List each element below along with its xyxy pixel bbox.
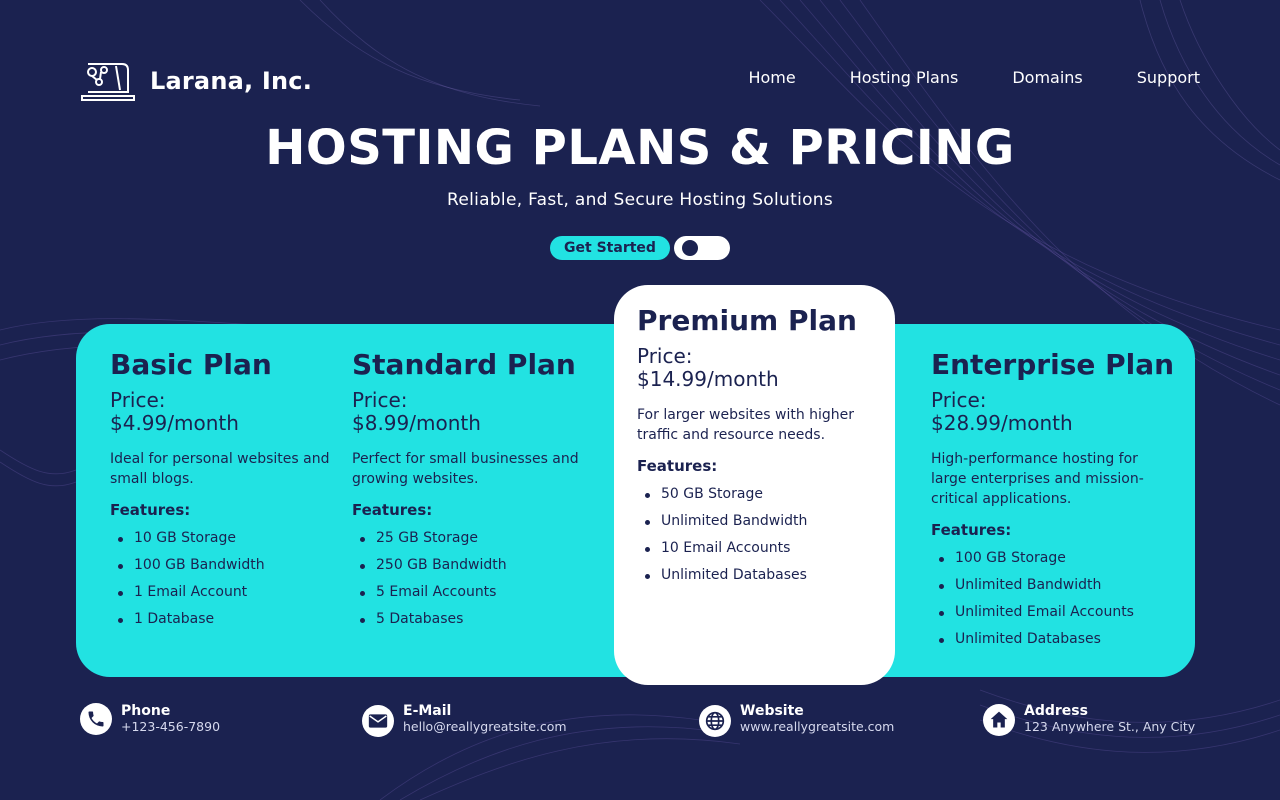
feature-item: Unlimited Databases: [637, 562, 877, 589]
page-subtitle: Reliable, Fast, and Secure Hosting Solut…: [446, 190, 834, 210]
contact-value: 123 Anywhere St., Any City: [1024, 719, 1196, 734]
price-value: $4.99/month: [110, 411, 239, 435]
main-nav: Home Hosting Plans Domains Support: [694, 68, 1200, 87]
feature-item: 1 Database: [110, 606, 330, 633]
plan-basic[interactable]: Basic Plan Price: $4.99/month Ideal for …: [110, 348, 330, 633]
price-value: $8.99/month: [352, 411, 481, 435]
contact-label: Phone: [121, 703, 171, 719]
features-title: Features:: [931, 521, 1012, 539]
price-label: Price:: [637, 344, 693, 368]
plan-name: Premium Plan: [637, 304, 857, 337]
features-list: 25 GB Storage 250 GB Bandwidth 5 Email A…: [352, 525, 582, 633]
contact-email[interactable]: E-Mail hello@reallygreatsite.com: [362, 703, 567, 737]
plan-name: Enterprise Plan: [931, 348, 1175, 381]
plan-price: Price: $8.99/month: [352, 389, 582, 435]
feature-item: 50 GB Storage: [637, 481, 877, 508]
nav-hosting-plans[interactable]: Hosting Plans: [850, 68, 959, 87]
contact-value: www.reallygreatsite.com: [740, 719, 895, 734]
features-list: 50 GB Storage Unlimited Bandwidth 10 Ema…: [637, 481, 877, 589]
home-icon: [983, 704, 1015, 736]
get-started-button[interactable]: Get Started: [550, 236, 670, 260]
feature-item: 25 GB Storage: [352, 525, 582, 552]
feature-item: 10 GB Storage: [110, 525, 330, 552]
feature-item: Unlimited Bandwidth: [931, 572, 1171, 599]
logo[interactable]: Larana, Inc.: [80, 60, 312, 102]
features-title: Features:: [352, 501, 433, 519]
toggle-knob: [682, 240, 698, 256]
mail-icon: [362, 705, 394, 737]
feature-item: Unlimited Databases: [931, 626, 1171, 653]
plan-description: High-performance hosting for large enter…: [931, 451, 1144, 507]
feature-item: 5 Email Accounts: [352, 579, 582, 606]
feature-item: 250 GB Bandwidth: [352, 552, 582, 579]
plan-description: Ideal for personal websites and small bl…: [110, 451, 330, 487]
features-title: Features:: [637, 457, 718, 475]
page-title: HOSTING PLANS & PRICING: [265, 120, 1015, 176]
feature-item: 100 GB Storage: [931, 545, 1171, 572]
nav-support[interactable]: Support: [1137, 68, 1200, 87]
price-label: Price:: [352, 388, 408, 412]
nav-domains[interactable]: Domains: [1012, 68, 1082, 87]
features-title: Features:: [110, 501, 191, 519]
plan-price: Price: $28.99/month: [931, 389, 1171, 435]
contact-label: Website: [740, 703, 804, 719]
features-list: 100 GB Storage Unlimited Bandwidth Unlim…: [931, 545, 1171, 653]
plan-price: Price: $14.99/month: [637, 345, 877, 391]
feature-item: 10 Email Accounts: [637, 535, 877, 562]
plan-description: Perfect for small businesses and growing…: [352, 451, 579, 487]
toggle-switch[interactable]: [674, 236, 730, 260]
nav-home[interactable]: Home: [748, 68, 795, 87]
contact-address[interactable]: Address 123 Anywhere St., Any City: [983, 703, 1195, 736]
feature-item: 1 Email Account: [110, 579, 330, 606]
contact-value: hello@reallygreatsite.com: [403, 719, 567, 734]
laptop-gears-icon: [81, 63, 135, 101]
price-label: Price:: [931, 388, 987, 412]
contact-website[interactable]: Website www.reallygreatsite.com: [699, 703, 894, 737]
price-value: $14.99/month: [637, 367, 779, 391]
plan-description: For larger websites with higher traffic …: [637, 407, 855, 443]
plan-premium[interactable]: Premium Plan Price: $14.99/month For lar…: [637, 304, 877, 589]
cta-group: Get Started: [550, 236, 730, 260]
price-value: $28.99/month: [931, 411, 1073, 435]
contact-label: Address: [1024, 703, 1088, 719]
plan-name: Standard Plan: [352, 348, 576, 381]
features-list: 10 GB Storage 100 GB Bandwidth 1 Email A…: [110, 525, 330, 633]
contact-phone[interactable]: Phone +123-456-7890: [80, 703, 220, 735]
globe-icon: [699, 705, 731, 737]
plan-name: Basic Plan: [110, 348, 272, 381]
contact-value: +123-456-7890: [121, 719, 221, 734]
feature-item: Unlimited Bandwidth: [637, 508, 877, 535]
phone-icon: [80, 703, 112, 735]
plan-standard[interactable]: Standard Plan Price: $8.99/month Perfect…: [352, 348, 582, 633]
brand-name: Larana, Inc.: [150, 67, 313, 95]
price-label: Price:: [110, 388, 166, 412]
plan-enterprise[interactable]: Enterprise Plan Price: $28.99/month High…: [931, 348, 1175, 653]
plan-price: Price: $4.99/month: [110, 389, 330, 435]
feature-item: 5 Databases: [352, 606, 582, 633]
feature-item: 100 GB Bandwidth: [110, 552, 330, 579]
contact-label: E-Mail: [403, 703, 452, 719]
feature-item: Unlimited Email Accounts: [931, 599, 1171, 626]
